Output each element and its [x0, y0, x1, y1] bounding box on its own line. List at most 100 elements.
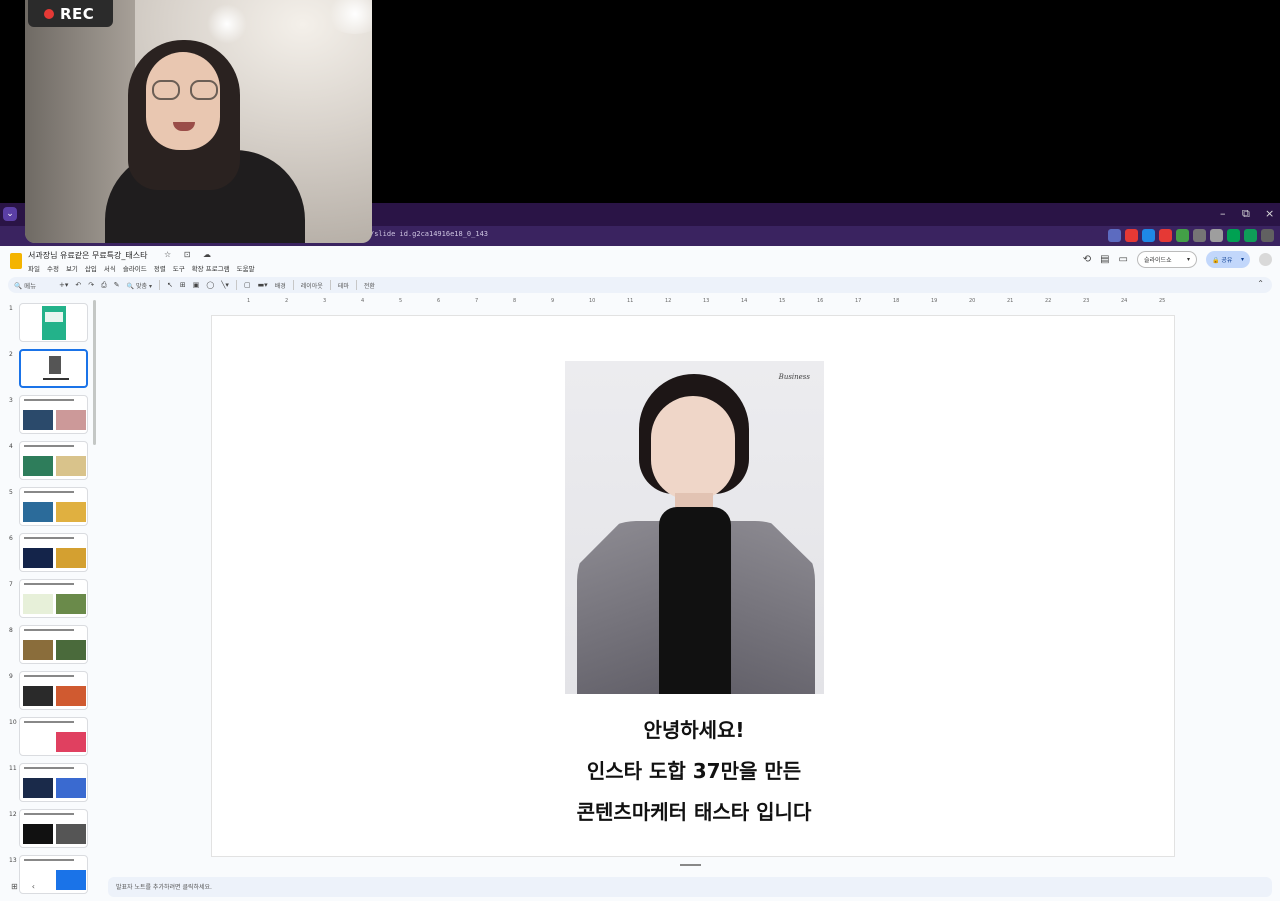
undo-icon[interactable]: ↶ — [75, 281, 81, 289]
menu-item[interactable]: 도구 — [173, 263, 185, 273]
slide-thumbnail[interactable] — [19, 487, 88, 526]
ext-doc-icon[interactable] — [1210, 229, 1223, 242]
slide-thumbnail[interactable] — [19, 625, 88, 664]
slide-thumbnail[interactable] — [19, 303, 88, 342]
slide-greeting[interactable]: 안녕하세요! — [212, 714, 1174, 743]
menu-item[interactable]: 확장 프로그램 — [192, 263, 230, 273]
thumbnail-graphic — [56, 824, 86, 844]
tab-search-icon[interactable]: ⌄ — [3, 207, 17, 221]
menu-item[interactable]: 수정 — [47, 263, 59, 273]
slide-thumbnail[interactable] — [19, 533, 88, 572]
ext-blue-icon[interactable] — [1142, 229, 1155, 242]
shape-icon[interactable]: ◯ — [206, 281, 214, 289]
menu-item[interactable]: 파일 — [28, 263, 40, 273]
divider — [329, 280, 331, 290]
ext-sheet-icon[interactable] — [1244, 229, 1257, 242]
background-button[interactable]: 배경 — [275, 281, 286, 290]
url-text[interactable]: /slide id.g2ca14916e18_0_143 — [370, 230, 488, 238]
restore-button[interactable]: ⧉ — [1242, 207, 1250, 221]
thumbnail-graphic — [23, 456, 53, 476]
thumbnail-number: 1 — [9, 305, 13, 312]
fill-icon[interactable]: ▬▾ — [258, 281, 268, 289]
ext-n-icon[interactable] — [1108, 229, 1121, 242]
history-icon[interactable]: ⟲ — [1083, 254, 1091, 265]
menu-item[interactable]: 보기 — [66, 263, 78, 273]
comment-icon[interactable]: ▤ — [1100, 254, 1109, 265]
menu-item[interactable]: 삽입 — [85, 263, 97, 273]
slide-thumbnail[interactable] — [19, 809, 88, 848]
close-button[interactable]: × — [1265, 207, 1274, 220]
minimize-button[interactable]: – — [1220, 207, 1226, 220]
ext-cam-icon[interactable] — [1193, 229, 1206, 242]
notes-resize-handle[interactable] — [680, 864, 701, 866]
image-icon[interactable]: ▣ — [193, 281, 200, 289]
thumbnail-graphic — [23, 824, 53, 844]
thumbnail-graphic — [23, 594, 53, 614]
layout-button[interactable]: 레이아웃 — [301, 281, 323, 290]
star-icon[interactable] — [1091, 229, 1104, 242]
text-box-icon[interactable]: ⊞ — [180, 281, 186, 289]
zoom-select[interactable]: 🔍 맞춤 ▾ — [127, 281, 152, 290]
menu-item[interactable]: 서식 — [104, 263, 116, 273]
app-header: 서과장님 유료같은 무료특강_태스타 ☆ ⊡ ☁ 파일 수정 보기 삽입 서식 슬라이드 정… — [0, 246, 1280, 276]
document-title[interactable]: 서과장님 유료같은 무료특강_태스타 — [28, 250, 148, 261]
slide-thumbnail[interactable] — [19, 717, 88, 756]
speaker-notes[interactable]: 발표자 노트를 추가하려면 클릭하세요. — [108, 877, 1272, 897]
collapse-panel-icon[interactable]: ‹ — [32, 882, 35, 891]
grid-view-icon[interactable]: ⊞ — [11, 882, 18, 891]
print-icon[interactable]: ⎙ — [101, 281, 107, 290]
ruler-tick-label: 25 — [1159, 298, 1166, 304]
menu-item[interactable]: 정렬 — [154, 263, 166, 273]
ruler-tick-label: 8 — [513, 298, 517, 304]
thumbnail-text — [24, 675, 74, 677]
thumbnail-graphic — [56, 686, 86, 706]
ruler-tick-label: 16 — [817, 298, 824, 304]
comment-add-icon[interactable]: ▢ — [244, 281, 251, 289]
recording-label: REC — [60, 4, 95, 23]
paint-format-icon[interactable]: ✎ — [114, 281, 120, 289]
ext-wave-icon[interactable] — [1176, 229, 1189, 242]
extensions-row — [1074, 229, 1274, 242]
title-action-icons[interactable]: ☆ ⊡ ☁ — [164, 250, 216, 259]
theme-button[interactable]: 테마 — [338, 281, 349, 290]
select-icon[interactable]: ↖ — [167, 281, 173, 289]
ext-grammar-icon[interactable] — [1159, 229, 1172, 242]
share-button[interactable]: 🔒 공유 ▾ — [1206, 251, 1250, 268]
ext-red-icon[interactable] — [1125, 229, 1138, 242]
recording-badge: REC — [28, 0, 113, 27]
ruler-tick-label: 12 — [665, 298, 672, 304]
thumbnail-graphic — [49, 356, 61, 374]
slideshow-button[interactable]: 슬라이드쇼 ▾ — [1137, 251, 1197, 268]
filmstrip-scrollbar[interactable] — [93, 300, 96, 445]
slide-thumbnail[interactable] — [19, 671, 88, 710]
menu-item[interactable]: 슬라이드 — [123, 263, 147, 273]
meet-icon[interactable]: ▭ — [1119, 254, 1128, 265]
slide-canvas[interactable]: Business 안녕하세요! 인스타 도합 37만을 만든 콘텐츠마케터 태스… — [211, 315, 1175, 857]
divider — [292, 280, 294, 290]
slide-subtitle[interactable]: 인스타 도합 37만을 만든 — [212, 755, 1174, 784]
transition-button[interactable]: 전환 — [364, 281, 375, 290]
collapse-toolbar-icon[interactable]: ⌃ — [1257, 279, 1264, 288]
puzzle-icon[interactable] — [1261, 229, 1274, 242]
search-icon[interactable] — [1074, 229, 1087, 242]
line-icon[interactable]: ╲▾ — [221, 281, 229, 289]
share-label: 🔒 공유 — [1212, 257, 1233, 264]
redo-icon[interactable]: ↷ — [88, 281, 94, 289]
slide-thumbnail[interactable] — [19, 349, 88, 388]
ruler-tick-label: 23 — [1083, 298, 1090, 304]
new-slide-icon[interactable]: +▾ — [59, 281, 68, 289]
menu-item[interactable]: 도움말 — [237, 263, 255, 273]
menu-bar: 파일 수정 보기 삽입 서식 슬라이드 정렬 도구 확장 프로그램 도움말 — [28, 263, 255, 273]
slide-thumbnail[interactable] — [19, 395, 88, 434]
profile-photo[interactable]: Business — [565, 361, 824, 694]
avatar[interactable] — [1259, 253, 1272, 266]
menu-search[interactable]: 🔍 메뉴 — [14, 280, 52, 290]
slide-thumbnail[interactable] — [19, 579, 88, 618]
ext-green-icon[interactable] — [1227, 229, 1240, 242]
slides-logo-icon[interactable] — [10, 253, 22, 269]
thumbnail-text — [24, 767, 74, 769]
record-dot-icon — [44, 8, 54, 19]
slide-intro[interactable]: 콘텐츠마케터 태스타 입니다 — [212, 796, 1174, 825]
slide-thumbnail[interactable] — [19, 441, 88, 480]
slide-thumbnail[interactable] — [19, 763, 88, 802]
